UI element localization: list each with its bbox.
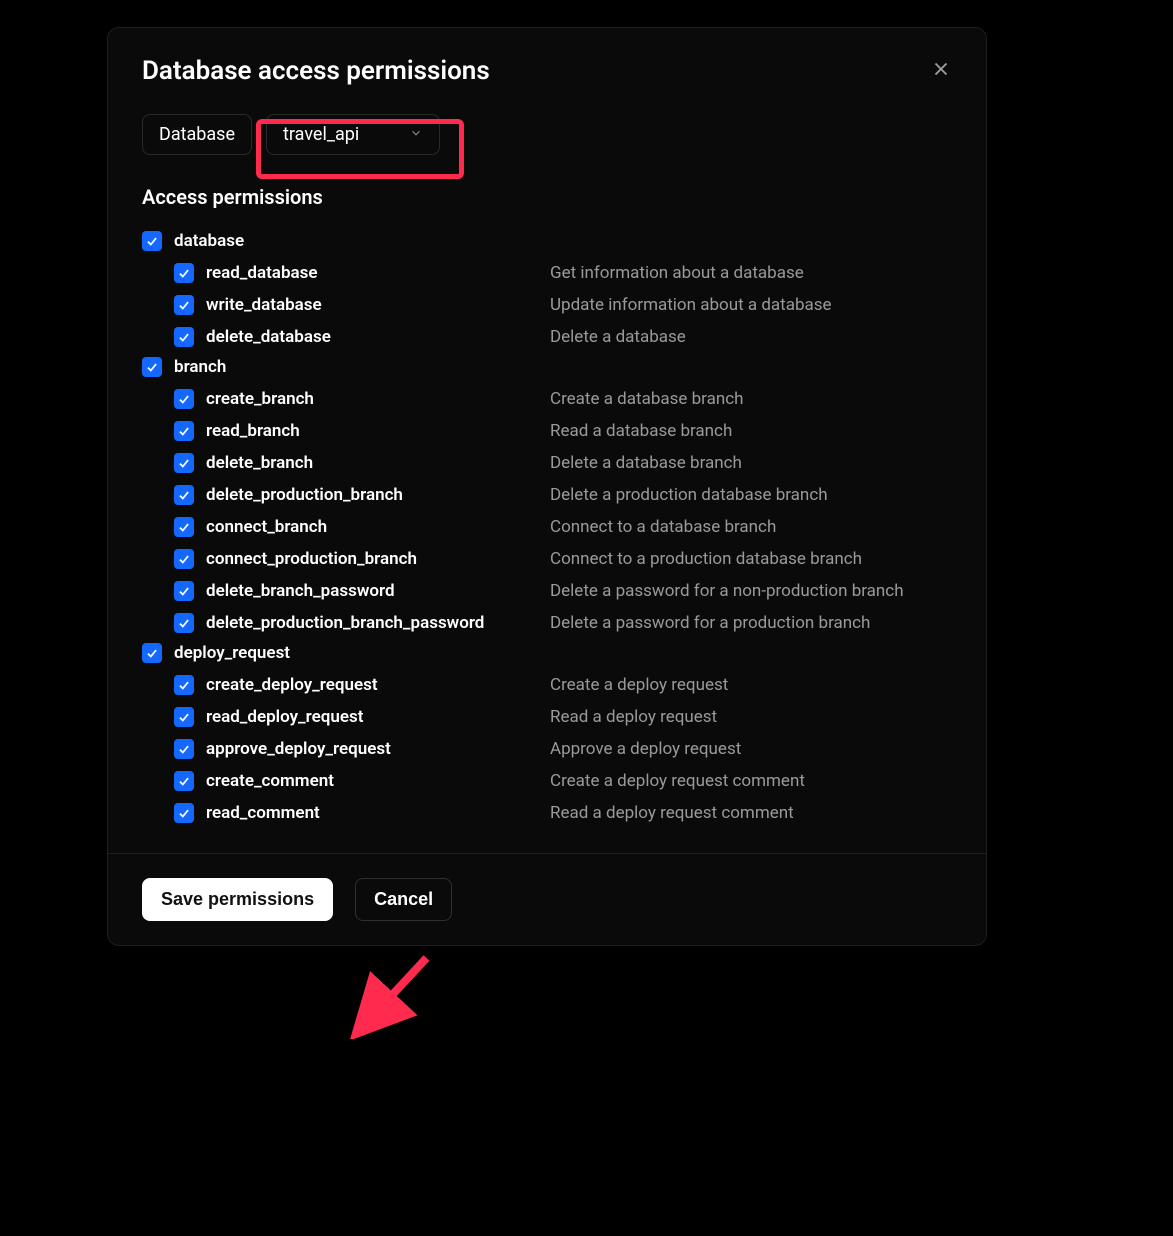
permission-row: read_database Get information about a dat… — [142, 263, 952, 283]
permission-name: delete_database — [206, 327, 331, 347]
database-select[interactable]: travel_api — [266, 114, 440, 155]
permission-name: create_deploy_request — [206, 675, 378, 695]
permission-name: delete_production_branch_password — [206, 613, 484, 633]
permission-row: write_database Update information about a… — [142, 295, 952, 315]
permission-row: connect_branch Connect to a database bran… — [142, 517, 952, 537]
permission-row: connect_production_branch Connect to a pr… — [142, 549, 952, 569]
permission-checkbox[interactable] — [174, 389, 194, 409]
permission-name: delete_branch_password — [206, 581, 395, 601]
permission-name: delete_branch — [206, 453, 313, 473]
permission-row: create_comment Create a deploy request co… — [142, 771, 952, 791]
permission-row: delete_branch Delete a database branch — [142, 453, 952, 473]
permission-description: Create a database branch — [550, 389, 744, 409]
permission-row: approve_deploy_request Approve a deploy r… — [142, 739, 952, 759]
group-name: branch — [174, 357, 226, 377]
section-title: Access permissions — [108, 163, 986, 221]
save-button[interactable]: Save permissions — [142, 878, 333, 921]
permission-row: create_deploy_request Create a deploy req… — [142, 675, 952, 695]
permission-row: delete_database Delete a database — [142, 327, 952, 347]
permission-name: delete_production_branch — [206, 485, 403, 505]
cancel-button[interactable]: Cancel — [355, 878, 452, 921]
permission-checkbox[interactable] — [174, 421, 194, 441]
permission-checkbox[interactable] — [174, 739, 194, 759]
permission-group: database — [142, 231, 952, 251]
permission-description: Connect to a database branch — [550, 517, 776, 537]
group-checkbox[interactable] — [142, 643, 162, 663]
group-checkbox[interactable] — [142, 231, 162, 251]
permission-description: Delete a database branch — [550, 453, 742, 473]
modal-title: Database access permissions — [142, 56, 490, 86]
permission-name: create_branch — [206, 389, 314, 409]
permission-description: Get information about a database — [550, 263, 804, 283]
permission-name: connect_production_branch — [206, 549, 417, 569]
group-name: database — [174, 231, 244, 251]
permission-description: Read a deploy request — [550, 707, 717, 727]
database-select-value: travel_api — [283, 124, 359, 145]
close-icon[interactable] — [930, 58, 952, 84]
group-name: deploy_request — [174, 643, 290, 663]
chevron-down-icon — [409, 124, 423, 145]
permission-name: approve_deploy_request — [206, 739, 391, 759]
permission-checkbox[interactable] — [174, 803, 194, 823]
permission-name: write_database — [206, 295, 322, 315]
arrow-annotation — [350, 949, 440, 1039]
permission-name: read_comment — [206, 803, 320, 823]
permission-checkbox[interactable] — [174, 707, 194, 727]
permission-description: Create a deploy request — [550, 675, 728, 695]
permission-checkbox[interactable] — [174, 485, 194, 505]
permission-checkbox[interactable] — [174, 295, 194, 315]
permission-checkbox[interactable] — [174, 263, 194, 283]
permission-checkbox[interactable] — [174, 453, 194, 473]
permission-checkbox[interactable] — [174, 327, 194, 347]
permission-checkbox[interactable] — [174, 613, 194, 633]
permission-description: Create a deploy request comment — [550, 771, 805, 791]
database-label: Database — [142, 114, 252, 155]
permission-description: Delete a production database branch — [550, 485, 828, 505]
permission-checkbox[interactable] — [174, 517, 194, 537]
permission-checkbox[interactable] — [174, 771, 194, 791]
permission-row: read_deploy_request Read a deploy request — [142, 707, 952, 727]
permission-row: read_comment Read a deploy request commen… — [142, 803, 952, 823]
permission-name: read_branch — [206, 421, 300, 441]
permission-name: create_comment — [206, 771, 334, 791]
permission-group: branch — [142, 357, 952, 377]
permission-description: Delete a password for a non-production b… — [550, 581, 904, 601]
permission-description: Connect to a production database branch — [550, 549, 862, 569]
permission-name: read_deploy_request — [206, 707, 363, 727]
permission-description: Read a deploy request comment — [550, 803, 794, 823]
permission-row: delete_production_branch Delete a product… — [142, 485, 952, 505]
permission-row: delete_branch_password Delete a password … — [142, 581, 952, 601]
permission-checkbox[interactable] — [174, 675, 194, 695]
group-checkbox[interactable] — [142, 357, 162, 377]
permissions-modal: Database access permissions Database tra… — [107, 27, 987, 946]
permission-description: Read a database branch — [550, 421, 732, 441]
permission-name: connect_branch — [206, 517, 327, 537]
permission-group: deploy_request — [142, 643, 952, 663]
permission-checkbox[interactable] — [174, 581, 194, 601]
permission-name: read_database — [206, 263, 318, 283]
permission-description: Update information about a database — [550, 295, 832, 315]
permission-row: delete_production_branch_password Delete … — [142, 613, 952, 633]
permission-description: Approve a deploy request — [550, 739, 741, 759]
permission-checkbox[interactable] — [174, 549, 194, 569]
permission-description: Delete a password for a production branc… — [550, 613, 870, 633]
permission-description: Delete a database — [550, 327, 686, 347]
permission-row: create_branch Create a database branch — [142, 389, 952, 409]
permission-row: read_branch Read a database branch — [142, 421, 952, 441]
permissions-list: database read_database Get information abo… — [108, 221, 986, 841]
